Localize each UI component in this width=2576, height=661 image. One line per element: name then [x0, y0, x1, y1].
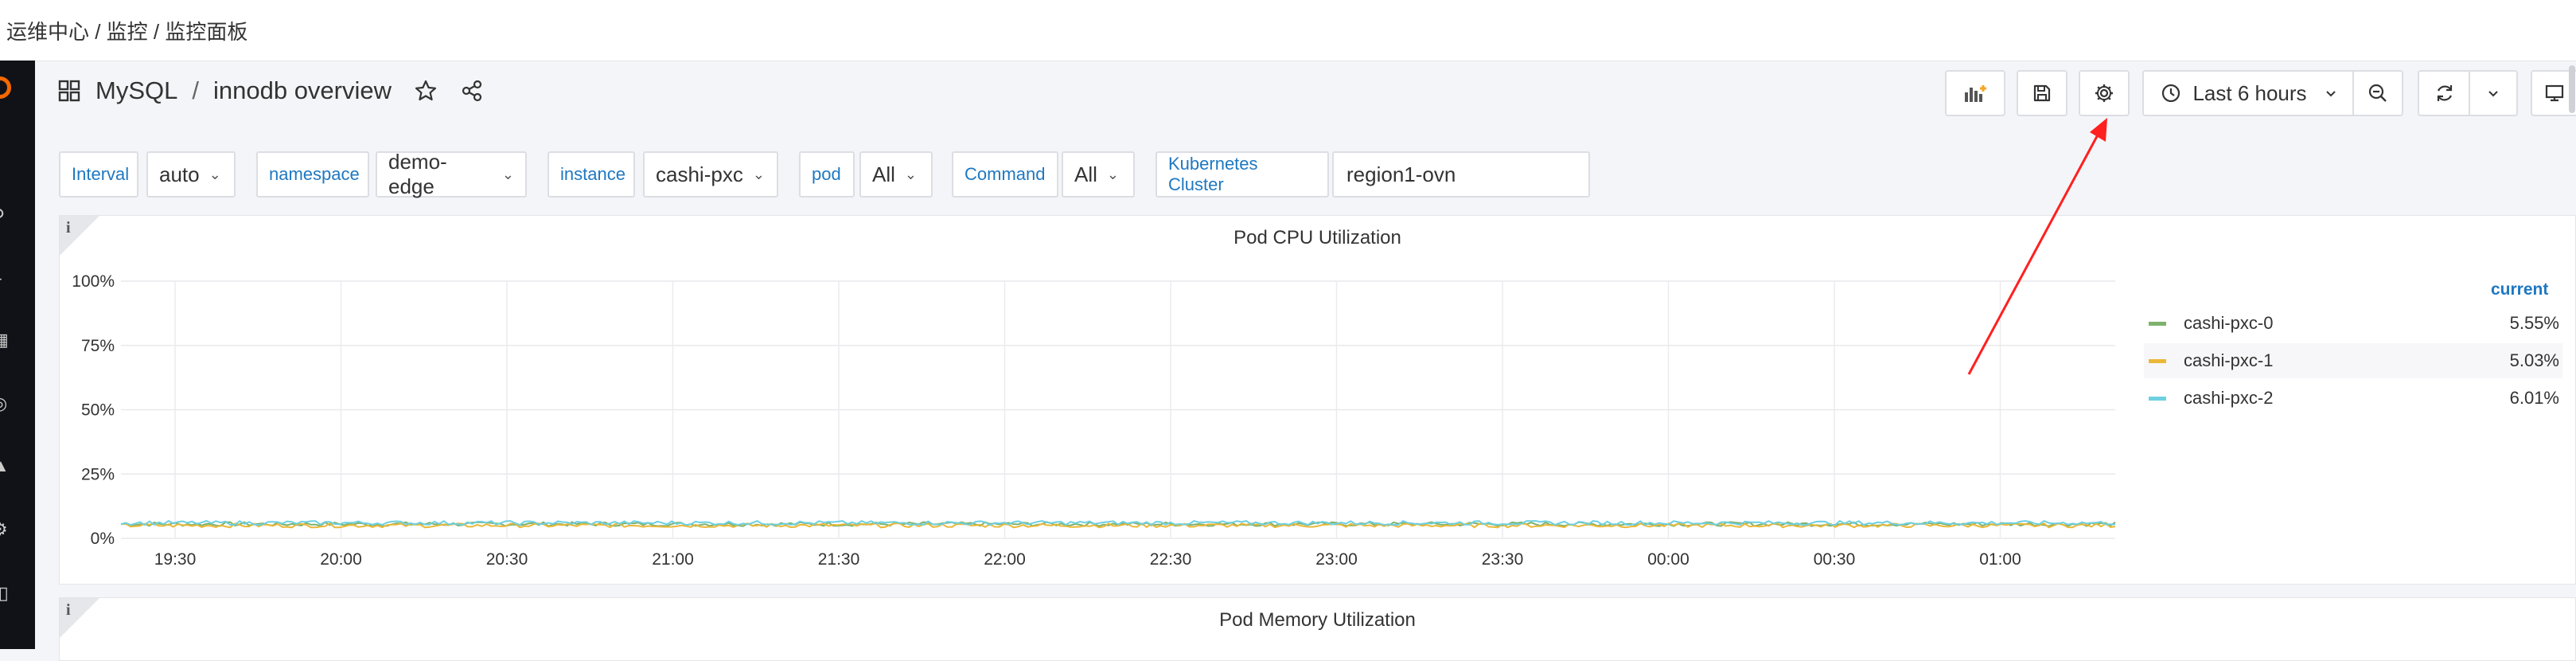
variable-value: demo-edge: [388, 150, 447, 198]
save-dashboard-button[interactable]: [2017, 70, 2067, 116]
panel-title[interactable]: Pod Memory Utilization: [60, 609, 2575, 632]
search-icon[interactable]: ⚲: [0, 207, 10, 225]
variable-select-command[interactable]: All ⌄: [1062, 151, 1135, 198]
variable-label-command: Command: [952, 151, 1058, 198]
zoom-out-icon: [2368, 84, 2387, 102]
variable-select-pod[interactable]: All ⌄: [859, 151, 933, 198]
dashboards-icon[interactable]: ▦: [0, 331, 10, 349]
gear-icon: [2095, 84, 2113, 102]
refresh-icon: [2437, 85, 2453, 101]
zoom-out-button[interactable]: [2352, 70, 2403, 116]
add-panel-icon: [1965, 85, 1986, 102]
variable-label-interval: Interval: [59, 151, 138, 198]
scrollbar[interactable]: [2569, 65, 2575, 113]
refresh-button[interactable]: [2418, 70, 2470, 116]
legend-series-name: cashi-pxc-0: [2184, 313, 2274, 333]
variable-value: cashi-pxc: [656, 162, 743, 186]
dashboard-settings-button[interactable]: [2079, 70, 2130, 116]
variable-value: All: [1074, 162, 1097, 186]
save-icon: [2033, 84, 2051, 102]
variable-label-instance: instance: [548, 151, 635, 198]
add-panel-button[interactable]: [1945, 70, 2005, 116]
chevron-down-icon: ⌄: [752, 166, 765, 182]
variable-select-namespace[interactable]: demo-edge ⌄: [376, 150, 527, 198]
panel-pod-memory: i Pod Memory Utilization: [59, 597, 2576, 661]
time-range-picker[interactable]: Last 6 hours: [2142, 70, 2354, 116]
share-icon[interactable]: [460, 79, 484, 103]
legend-item[interactable]: cashi-pxc-2 6.01%: [2144, 381, 2562, 416]
monitor-icon: [2545, 84, 2563, 102]
legend-series-name: cashi-pxc-1: [2184, 350, 2274, 370]
variable-input-kubernetes-cluster[interactable]: region1-ovn: [1332, 151, 1590, 198]
legend-swatch: [2149, 321, 2166, 326]
dashboard-name[interactable]: innodb overview: [213, 76, 392, 105]
variable-label-pod: pod: [799, 151, 855, 198]
legend-current-value: 5.55%: [2509, 313, 2559, 333]
apps-grid-icon[interactable]: [57, 79, 81, 103]
time-range-label: Last 6 hours: [2192, 80, 2307, 105]
dashboard-title: MySQL / innodb overview: [57, 76, 484, 105]
chevron-down-icon: ⌄: [904, 166, 917, 182]
legend-swatch: [2149, 396, 2166, 401]
variable-select-interval[interactable]: auto ⌄: [146, 151, 236, 198]
legend-current-value: 6.01%: [2509, 388, 2559, 408]
explore-icon[interactable]: ◎: [0, 395, 10, 413]
breadcrumb[interactable]: 运维中心 / 监控 / 监控面板: [6, 16, 247, 45]
grafana-logo-icon[interactable]: [0, 76, 11, 99]
variable-value: All: [872, 162, 895, 186]
chevron-down-icon: [2488, 91, 2498, 97]
legend-current-value: 5.03%: [2509, 350, 2559, 370]
alerting-icon[interactable]: ▲: [0, 457, 10, 475]
legend-swatch: [2149, 358, 2166, 363]
shield-icon[interactable]: ◫: [0, 585, 10, 602]
variable-label-namespace: namespace: [256, 151, 369, 198]
legend-series-name: cashi-pxc-2: [2184, 388, 2274, 408]
legend-item[interactable]: cashi-pxc-1 5.03%: [2144, 343, 2562, 378]
top-breadcrumb-bar: 运维中心 / 监控 / 监控面板: [0, 0, 2576, 61]
plus-icon[interactable]: +: [0, 271, 10, 288]
star-icon[interactable]: [414, 79, 438, 103]
side-nav: ⚲ + ▦ ◎ ▲ ⚙ ◫: [0, 61, 35, 649]
settings-icon[interactable]: ⚙: [0, 521, 10, 538]
title-separator: /: [192, 76, 199, 104]
clock-icon: [2162, 84, 2180, 103]
variable-select-instance[interactable]: cashi-pxc ⌄: [643, 151, 778, 198]
chevron-down-icon: [2325, 91, 2336, 97]
legend-header-current[interactable]: current: [2491, 280, 2548, 299]
dashboard-folder-link[interactable]: MySQL: [95, 76, 177, 105]
variable-label-kubernetes-cluster: Kubernetes Cluster: [1155, 151, 1329, 198]
legend-item[interactable]: cashi-pxc-0 5.55%: [2144, 306, 2562, 341]
chevron-down-icon: ⌄: [1106, 166, 1119, 182]
chevron-down-icon: ⌄: [501, 166, 514, 182]
refresh-interval-dropdown[interactable]: [2469, 70, 2518, 116]
panel-title[interactable]: Pod CPU Utilization: [60, 227, 2575, 249]
chevron-down-icon: ⌄: [208, 166, 221, 182]
variable-value: auto: [159, 162, 200, 186]
